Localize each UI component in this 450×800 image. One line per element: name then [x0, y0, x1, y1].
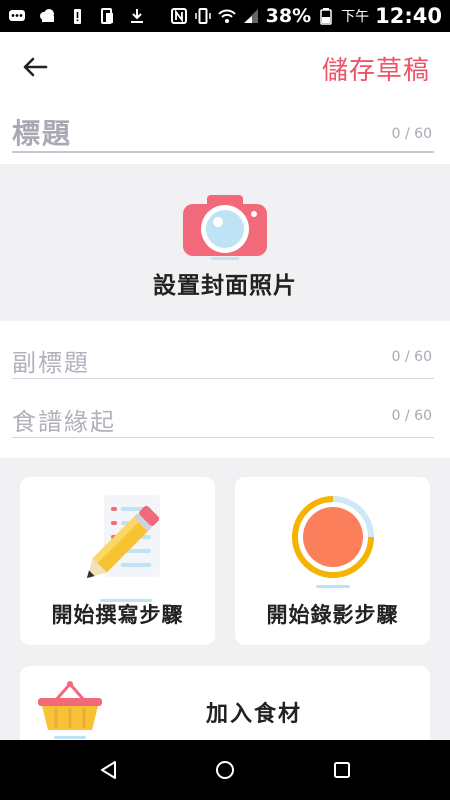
message-icon: [9, 10, 25, 21]
title-section: 標題 0 / 60: [0, 102, 450, 164]
record-steps-label: 開始錄影步驟: [266, 603, 399, 627]
app-bar: 儲存草稿: [0, 32, 450, 102]
write-steps-label: 開始撰寫步驟: [51, 603, 184, 627]
record-steps-card[interactable]: 開始錄影步驟: [235, 477, 430, 645]
subtitle-field[interactable]: 副標題 0 / 60: [12, 321, 434, 379]
origin-input[interactable]: 食譜緣起: [12, 402, 116, 437]
sim-icon: [101, 8, 113, 24]
actions-section: 開始撰寫步驟 開始錄影步驟 加入食材: [0, 458, 450, 740]
wifi-icon: [217, 9, 236, 23]
write-steps-card[interactable]: 開始撰寫步驟: [20, 477, 215, 645]
title-underline: [12, 151, 434, 153]
subtitle-char-counter: 0 / 60: [391, 349, 432, 365]
origin-char-counter: 0 / 60: [391, 408, 432, 424]
vibrate-icon: [194, 8, 211, 24]
battery-icon: [320, 8, 332, 25]
signal-icon: [243, 9, 258, 23]
subtitle-underline: [12, 378, 434, 379]
time-prefix: 下午: [341, 9, 370, 25]
add-ingredients-card[interactable]: 加入食材: [20, 666, 430, 740]
save-draft-button[interactable]: 儲存草稿: [322, 50, 430, 87]
details-section: 副標題 0 / 60 食譜緣起 0 / 60: [0, 321, 450, 458]
status-bar: 38% 下午 12:40: [0, 0, 450, 32]
camera-icon: [183, 195, 267, 260]
arrow-left-icon[interactable]: [20, 52, 50, 82]
origin-underline: [12, 437, 434, 438]
record-icon: [292, 496, 374, 588]
title-char-counter: 0 / 60: [391, 126, 432, 142]
nav-back-icon[interactable]: [97, 758, 121, 782]
status-time: 12:40: [375, 4, 442, 28]
cloud-icon: [40, 9, 54, 22]
origin-field[interactable]: 食譜緣起 0 / 60: [12, 380, 434, 438]
basket-icon: [38, 681, 102, 739]
add-ingredients-label: 加入食材: [206, 702, 303, 727]
battery-alert-icon: [74, 9, 81, 24]
nfc-icon: [170, 8, 187, 24]
nav-recent-icon[interactable]: [330, 758, 354, 782]
nav-home-icon[interactable]: [213, 758, 237, 782]
pencil-icon: [86, 495, 160, 602]
status-system: 38% 下午 12:40: [170, 4, 442, 28]
status-notifications: [8, 7, 146, 25]
subtitle-input[interactable]: 副標題: [12, 343, 90, 378]
battery-percent: 38%: [265, 5, 312, 27]
system-nav-bar: [0, 740, 450, 800]
title-input[interactable]: 標題: [12, 112, 72, 152]
cover-photo-label: 設置封面照片: [153, 273, 297, 299]
download-icon: [131, 9, 143, 23]
